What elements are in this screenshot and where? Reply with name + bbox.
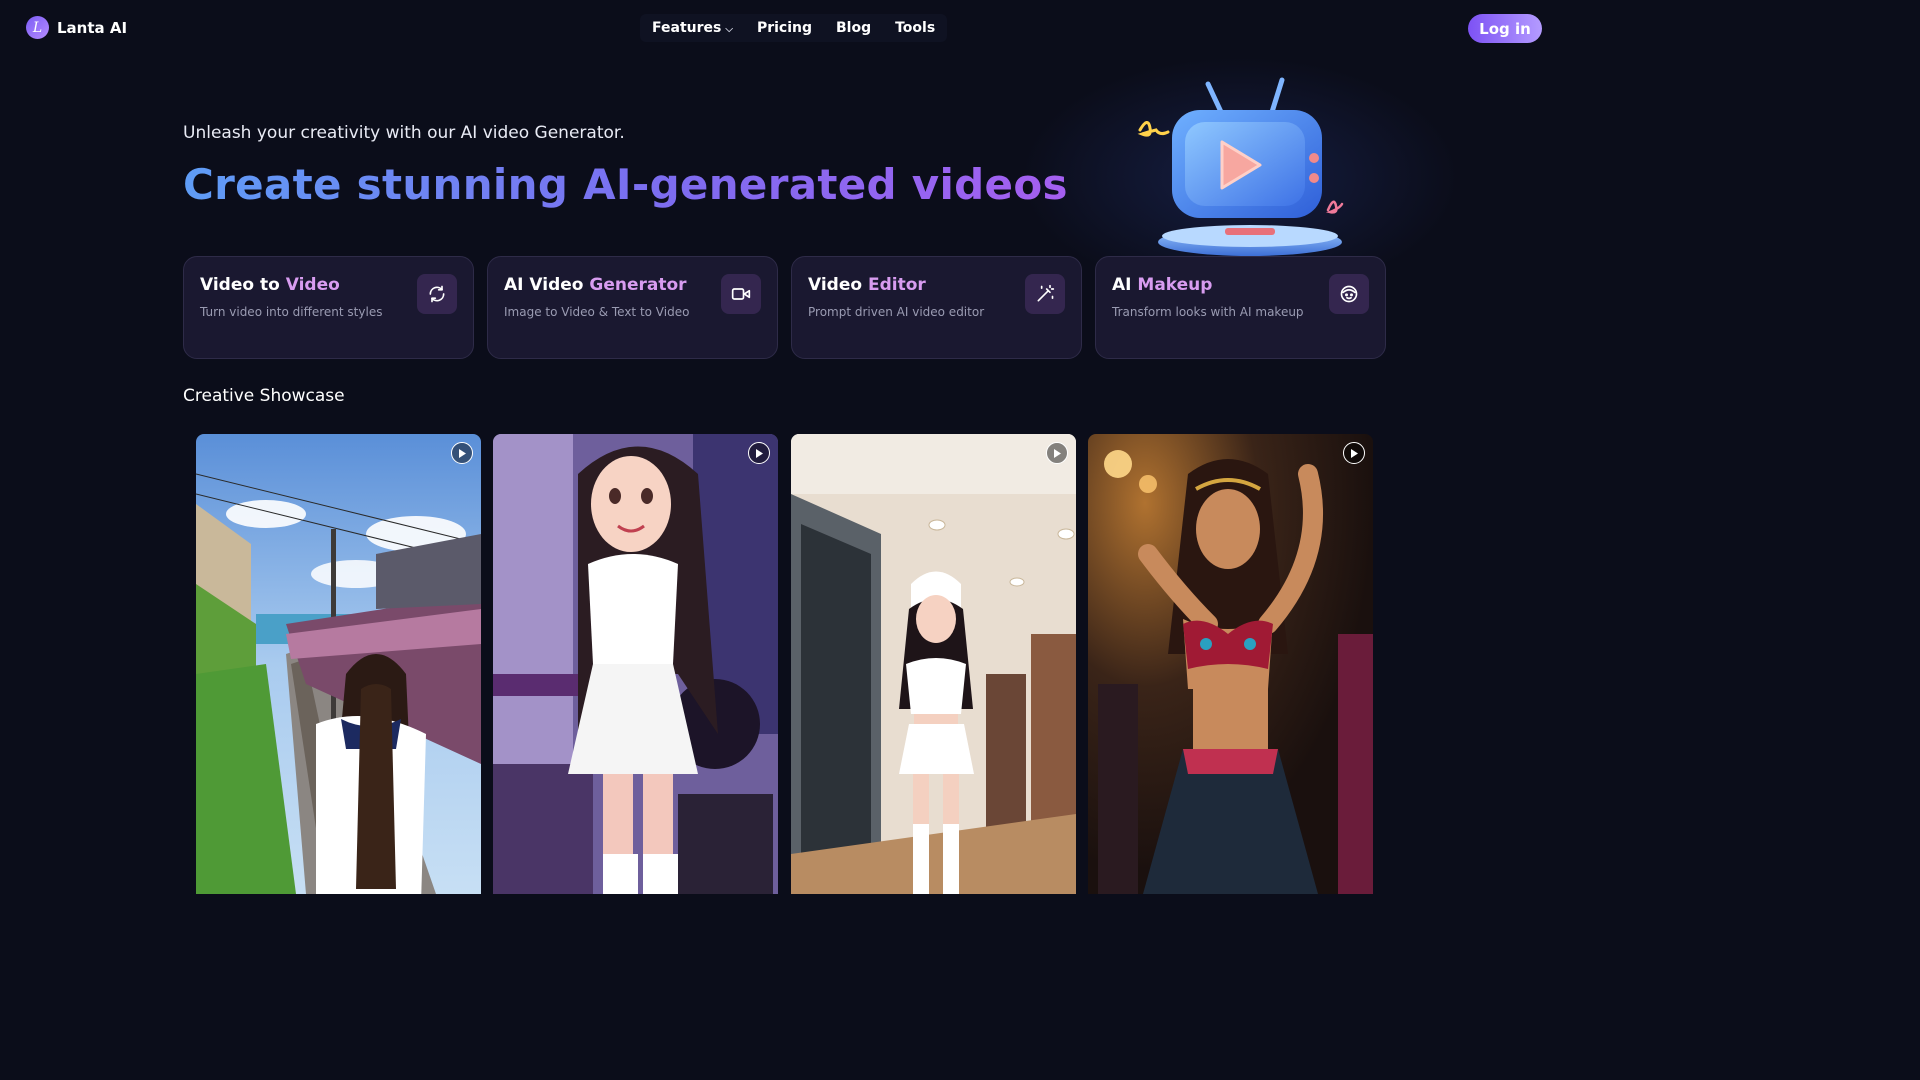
- play-icon[interactable]: [1343, 442, 1365, 464]
- play-icon[interactable]: [748, 442, 770, 464]
- nav-item-blog[interactable]: Blog: [824, 14, 883, 42]
- play-icon[interactable]: [451, 442, 473, 464]
- card-title-accent: Generator: [589, 275, 687, 295]
- brand-logo-icon: L: [26, 16, 49, 39]
- refresh-icon: [417, 274, 457, 314]
- showcase-heading: Creative Showcase: [183, 386, 345, 406]
- brand-name: Lanta AI: [57, 18, 128, 37]
- dancer-scene-image: [1088, 434, 1373, 894]
- card-title-accent: Video: [285, 275, 340, 295]
- showcase-tile-dancer[interactable]: [1088, 434, 1373, 894]
- maid-room-scene-image: [791, 434, 1076, 894]
- play-icon[interactable]: [1046, 442, 1068, 464]
- card-title-main: Video to: [200, 275, 286, 295]
- card-title-accent: Editor: [867, 275, 926, 295]
- showcase-tile-maid-room[interactable]: [791, 434, 1076, 894]
- main-menu: Features ⌵ Pricing Blog Tools: [640, 14, 948, 42]
- card-title-main: Video: [808, 275, 868, 295]
- hero-tagline: Unleash your creativity with our AI vide…: [183, 123, 625, 143]
- nav-item-features[interactable]: Features ⌵: [640, 14, 745, 42]
- nav-item-tools[interactable]: Tools: [883, 14, 947, 42]
- magic-wand-icon: [1025, 274, 1065, 314]
- card-title-accent: Makeup: [1137, 275, 1213, 295]
- showcase-tile-railway[interactable]: [196, 434, 481, 894]
- face-icon: [1329, 274, 1369, 314]
- hero-headline: Create stunning AI-generated videos: [183, 160, 1068, 209]
- feature-card-video-to-video[interactable]: Video to Video Turn video into different…: [183, 256, 474, 359]
- nav-item-pricing[interactable]: Pricing: [745, 14, 824, 42]
- feature-card-video-editor[interactable]: Video Editor Prompt driven AI video edit…: [791, 256, 1082, 359]
- feature-card-ai-makeup[interactable]: AI Makeup Transform looks with AI makeup: [1095, 256, 1386, 359]
- brand[interactable]: L Lanta AI: [26, 16, 127, 39]
- login-button[interactable]: Log in: [1468, 14, 1542, 43]
- chevron-down-icon: ⌵: [725, 24, 733, 35]
- video-camera-icon: [721, 274, 761, 314]
- top-navbar: L Lanta AI Features ⌵ Pricing Blog Tools …: [0, 0, 1568, 56]
- nav-item-features-label: Features: [652, 20, 722, 36]
- card-title-main: AI: [1112, 275, 1138, 295]
- card-title-main: AI Video: [504, 275, 590, 295]
- showcase-tile-anime-girl[interactable]: [493, 434, 778, 894]
- feature-card-ai-video-generator[interactable]: AI Video Generator Image to Video & Text…: [487, 256, 778, 359]
- tv-illustration: [1137, 77, 1344, 256]
- railway-scene-image: [196, 434, 481, 894]
- anime-girl-scene-image: [493, 434, 778, 894]
